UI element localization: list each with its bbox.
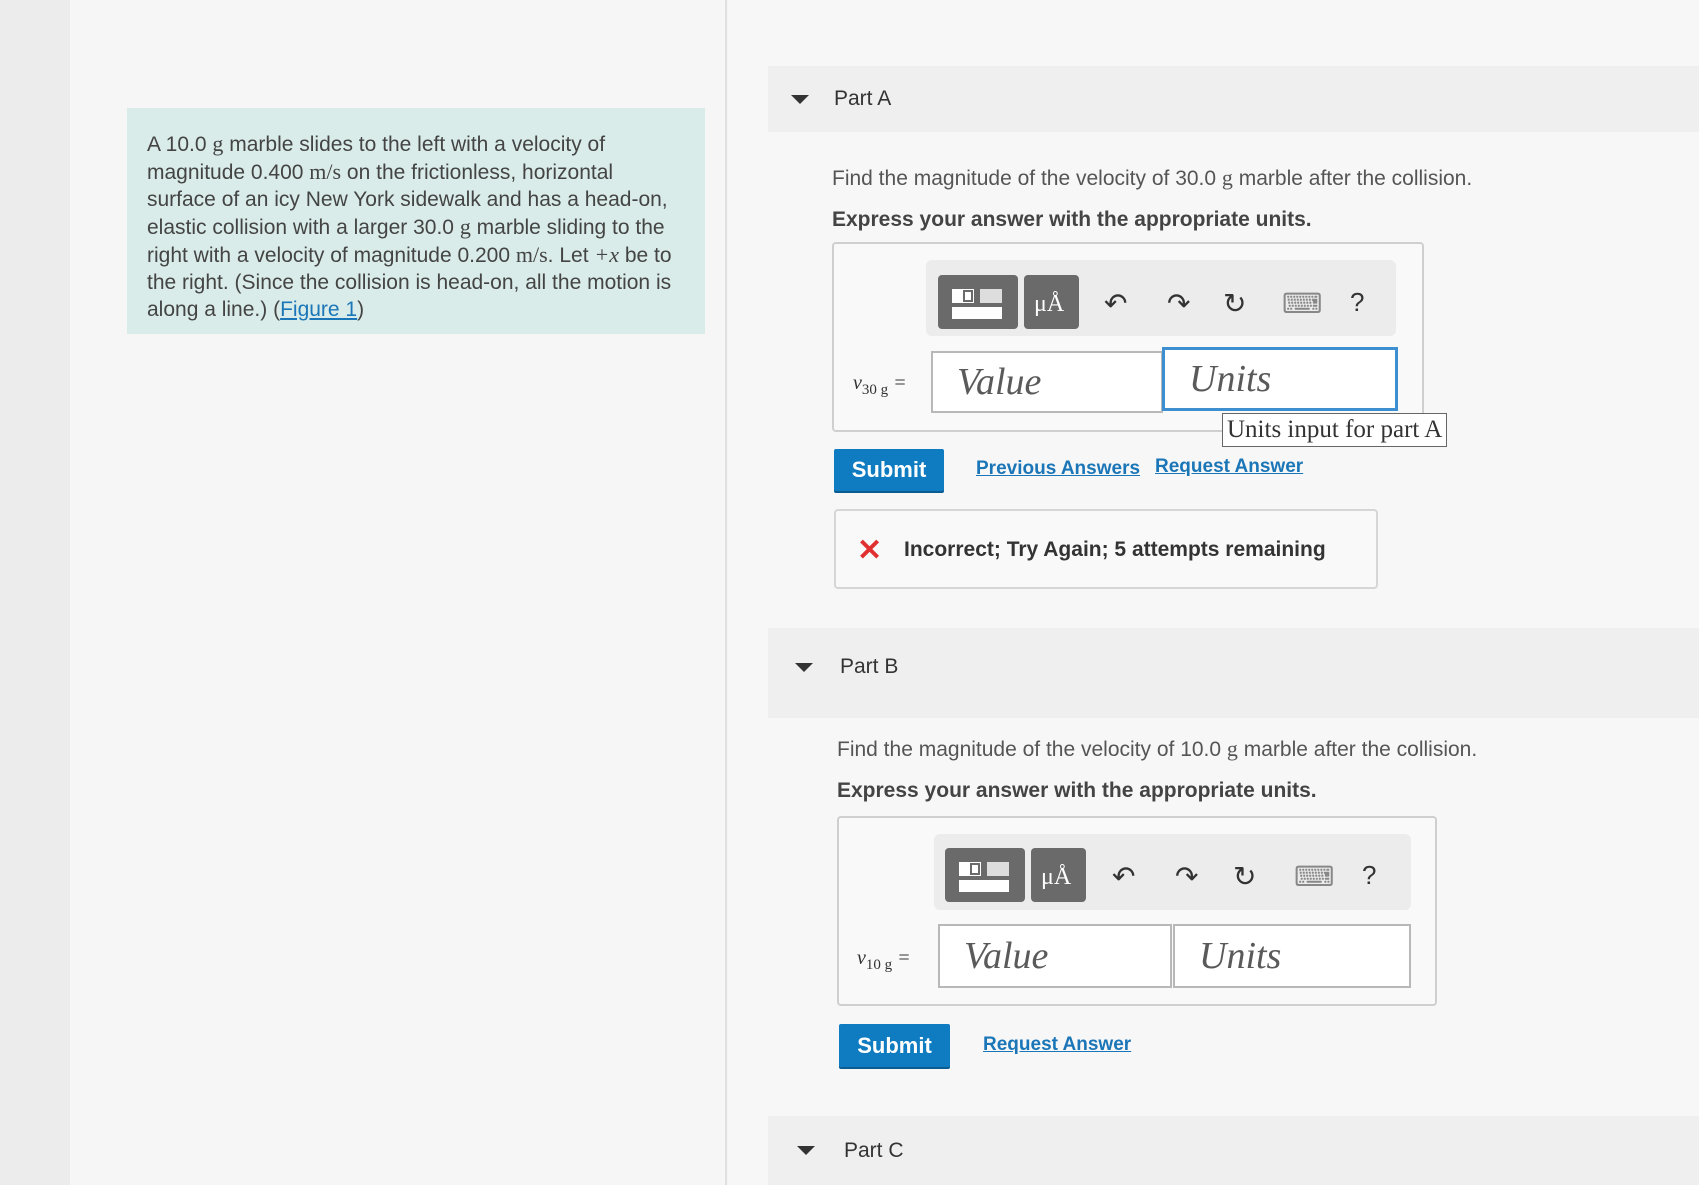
units-icon[interactable]: μÅ: [1031, 848, 1086, 902]
part-b-instruction: Express your answer with the appropriate…: [837, 779, 1317, 802]
part-b-request-answer-link[interactable]: Request Answer: [983, 1034, 1131, 1056]
part-b-variable-label: v10 g =: [857, 947, 911, 973]
feedback-message: Incorrect; Try Again; 5 attempts remaini…: [904, 538, 1326, 561]
templates-icon[interactable]: [945, 848, 1025, 902]
help-icon[interactable]: ?: [1350, 287, 1364, 318]
part-b-title: Part B: [840, 655, 899, 678]
units-tooltip: Units input for part A: [1222, 413, 1448, 447]
redo-icon[interactable]: ↷: [1167, 287, 1190, 320]
part-a-variable-label: v30 g =: [853, 372, 907, 398]
part-c-title: Part C: [844, 1139, 904, 1162]
left-edge-margin: [0, 0, 71, 1185]
part-a-header[interactable]: [768, 66, 1699, 132]
previous-answers-link[interactable]: Previous Answers: [976, 458, 1140, 480]
figure-link[interactable]: Figure 1: [280, 298, 357, 321]
part-a-title: Part A: [834, 87, 892, 110]
part-a-units-input[interactable]: [1162, 347, 1398, 411]
collapse-caret-icon[interactable]: [795, 663, 813, 672]
part-b-units-input[interactable]: [1173, 924, 1411, 988]
reset-icon[interactable]: ↻: [1233, 860, 1256, 893]
part-a-request-answer-link[interactable]: Request Answer: [1155, 456, 1303, 478]
templates-icon[interactable]: [938, 275, 1018, 329]
undo-icon[interactable]: ↶: [1104, 287, 1127, 320]
part-b-header[interactable]: [768, 628, 1699, 718]
incorrect-x-icon: ✕: [857, 534, 883, 567]
part-b-submit-button[interactable]: Submit: [839, 1024, 950, 1067]
collapse-caret-icon[interactable]: [791, 95, 809, 104]
part-a-instruction: Express your answer with the appropriate…: [832, 208, 1312, 231]
part-a-value-input[interactable]: [931, 351, 1163, 413]
redo-icon[interactable]: ↷: [1175, 860, 1198, 893]
reset-icon[interactable]: ↻: [1223, 287, 1246, 320]
keyboard-icon[interactable]: ⌨: [1282, 287, 1322, 320]
help-icon[interactable]: ?: [1362, 860, 1376, 891]
part-a-question: Find the magnitude of the velocity of 30…: [832, 165, 1473, 190]
part-b-question: Find the magnitude of the velocity of 10…: [837, 736, 1478, 761]
collapse-caret-icon[interactable]: [797, 1146, 815, 1155]
part-a-submit-button[interactable]: Submit: [834, 449, 944, 491]
undo-icon[interactable]: ↶: [1112, 860, 1135, 893]
part-b-value-input[interactable]: [938, 924, 1172, 988]
keyboard-icon[interactable]: ⌨: [1294, 860, 1334, 893]
problem-statement: A 10.0 g marble slides to the left with …: [127, 108, 705, 334]
units-icon[interactable]: μÅ: [1024, 275, 1079, 329]
part-c-header[interactable]: [768, 1116, 1699, 1185]
